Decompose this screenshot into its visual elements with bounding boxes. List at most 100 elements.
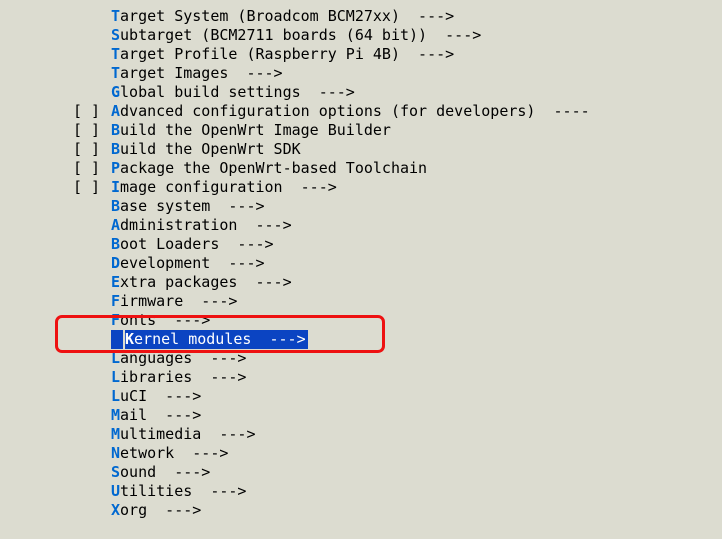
menu-item[interactable]: Boot Loaders ---> bbox=[73, 235, 590, 254]
menu-item-label: anguages ---> bbox=[120, 349, 246, 367]
menuconfig-list: Target System (Broadcom BCM27xx) ---> Su… bbox=[73, 7, 590, 520]
menu-item-hotkey: L bbox=[111, 349, 120, 367]
menu-item[interactable]: Mail ---> bbox=[73, 406, 590, 425]
menu-item-hotkey: B bbox=[111, 197, 120, 215]
menu-item-label: ackage the OpenWrt-based Toolchain bbox=[120, 159, 427, 177]
menu-item-label: mage configuration ---> bbox=[120, 178, 337, 196]
menu-item-hotkey: T bbox=[111, 45, 120, 63]
menu-item-prefix bbox=[73, 311, 111, 330]
menu-item[interactable]: [ ] Package the OpenWrt-based Toolchain bbox=[73, 159, 590, 178]
menu-item[interactable]: [ ] Image configuration ---> bbox=[73, 178, 590, 197]
menu-item-label: org ---> bbox=[120, 501, 201, 519]
menu-item-hotkey: M bbox=[111, 425, 120, 443]
menu-item-label: dvanced configuration options (for devel… bbox=[120, 102, 590, 120]
menu-item-label: ase system ---> bbox=[120, 197, 265, 215]
menu-item[interactable]: [ ] Build the OpenWrt SDK bbox=[73, 140, 590, 159]
menu-item[interactable]: Fonts ---> bbox=[73, 311, 590, 330]
menu-item-prefix bbox=[73, 444, 111, 463]
menu-item-hotkey: E bbox=[111, 273, 120, 291]
menu-item-prefix bbox=[73, 216, 111, 235]
menu-item[interactable]: Extra packages ---> bbox=[73, 273, 590, 292]
menu-item[interactable]: Development ---> bbox=[73, 254, 590, 273]
menu-item-label: ibraries ---> bbox=[120, 368, 246, 386]
menu-item-prefix bbox=[73, 64, 111, 83]
menu-item-hotkey: L bbox=[111, 387, 120, 405]
menu-item[interactable]: Firmware ---> bbox=[73, 292, 590, 311]
menu-item-hotkey: L bbox=[111, 368, 120, 386]
menu-item[interactable]: Subtarget (BCM2711 boards (64 bit)) ---> bbox=[73, 26, 590, 45]
menu-item-prefix bbox=[73, 45, 111, 64]
menu-item-prefix bbox=[73, 368, 111, 387]
menu-item-hotkey: K bbox=[125, 330, 134, 348]
menu-item-label: uCI ---> bbox=[120, 387, 201, 405]
menu-item-hotkey: N bbox=[111, 444, 120, 462]
menu-item-hotkey: S bbox=[111, 26, 120, 44]
menu-item-hotkey: T bbox=[111, 64, 120, 82]
menu-item[interactable]: Global build settings ---> bbox=[73, 83, 590, 102]
menu-item-label: etwork ---> bbox=[120, 444, 228, 462]
menu-item[interactable]: Administration ---> bbox=[73, 216, 590, 235]
menu-item-hotkey: S bbox=[111, 463, 120, 481]
menu-item-hotkey: B bbox=[111, 235, 120, 253]
menu-item-prefix bbox=[73, 273, 111, 292]
menu-item-hotkey: F bbox=[111, 292, 120, 310]
menu-item[interactable]: Target Profile (Raspberry Pi 4B) ---> bbox=[73, 45, 590, 64]
menu-item[interactable]: Target System (Broadcom BCM27xx) ---> bbox=[73, 7, 590, 26]
selection-marker bbox=[111, 330, 123, 349]
menu-item-hotkey: X bbox=[111, 501, 120, 519]
menu-item-label: ound ---> bbox=[120, 463, 210, 481]
menu-item[interactable]: Sound ---> bbox=[73, 463, 590, 482]
menu-item[interactable]: Target Images ---> bbox=[73, 64, 590, 83]
menu-item-hotkey: M bbox=[111, 406, 120, 424]
menu-item-hotkey: A bbox=[111, 102, 120, 120]
menu-item-prefix bbox=[73, 387, 111, 406]
menu-item-prefix: [ ] bbox=[73, 178, 111, 197]
menu-item-hotkey: I bbox=[111, 178, 120, 196]
menu-item-hotkey: D bbox=[111, 254, 120, 272]
menu-item-selected[interactable]: Kernel modules ---> bbox=[125, 330, 308, 349]
menu-item-label: irmware ---> bbox=[120, 292, 237, 310]
menu-item[interactable]: Base system ---> bbox=[73, 197, 590, 216]
menu-item-prefix bbox=[73, 83, 111, 102]
menu-item-hotkey: G bbox=[111, 83, 120, 101]
menu-item[interactable]: Languages ---> bbox=[73, 349, 590, 368]
menu-item[interactable]: Xorg ---> bbox=[73, 501, 590, 520]
menu-item-hotkey: B bbox=[111, 140, 120, 158]
menu-item-label: arget Images ---> bbox=[120, 64, 283, 82]
menu-item-label: evelopment ---> bbox=[120, 254, 265, 272]
menu-item[interactable]: Network ---> bbox=[73, 444, 590, 463]
menu-item-label: uild the OpenWrt SDK bbox=[120, 140, 301, 158]
menu-item[interactable]: Utilities ---> bbox=[73, 482, 590, 501]
menu-item-prefix: [ ] bbox=[73, 140, 111, 159]
menu-item[interactable]: [ ] Build the OpenWrt Image Builder bbox=[73, 121, 590, 140]
menu-item-label: arget Profile (Raspberry Pi 4B) ---> bbox=[120, 45, 454, 63]
menu-item-prefix bbox=[73, 235, 111, 254]
menu-item-prefix bbox=[73, 26, 111, 45]
menu-item[interactable]: [ ] Advanced configuration options (for … bbox=[73, 102, 590, 121]
menu-item-label: arget System (Broadcom BCM27xx) ---> bbox=[120, 7, 454, 25]
menu-item-label: onts ---> bbox=[120, 311, 210, 329]
menu-item-prefix bbox=[73, 254, 111, 273]
menu-item[interactable]: Kernel modules ---> bbox=[73, 330, 590, 349]
menu-item-label: oot Loaders ---> bbox=[120, 235, 274, 253]
menu-item-prefix bbox=[73, 406, 111, 425]
menu-item-label: ernel modules ---> bbox=[134, 330, 306, 348]
menu-item-prefix bbox=[73, 425, 111, 444]
menu-item-hotkey: B bbox=[111, 121, 120, 139]
menu-item-label: ultimedia ---> bbox=[120, 425, 255, 443]
menu-item[interactable]: Multimedia ---> bbox=[73, 425, 590, 444]
menu-item-label: dministration ---> bbox=[120, 216, 292, 234]
menu-item[interactable]: LuCI ---> bbox=[73, 387, 590, 406]
menu-item-prefix bbox=[73, 501, 111, 520]
menu-item[interactable]: Libraries ---> bbox=[73, 368, 590, 387]
menu-item-prefix: [ ] bbox=[73, 121, 111, 140]
menu-item-prefix bbox=[73, 349, 111, 368]
menu-item-prefix bbox=[73, 330, 111, 349]
menu-item-prefix bbox=[73, 292, 111, 311]
menu-item-hotkey: P bbox=[111, 159, 120, 177]
menu-item-hotkey: F bbox=[111, 311, 120, 329]
menu-item-label: xtra packages ---> bbox=[120, 273, 292, 291]
menu-item-prefix: [ ] bbox=[73, 159, 111, 178]
menu-item-prefix bbox=[73, 482, 111, 501]
menu-item-label: ail ---> bbox=[120, 406, 201, 424]
